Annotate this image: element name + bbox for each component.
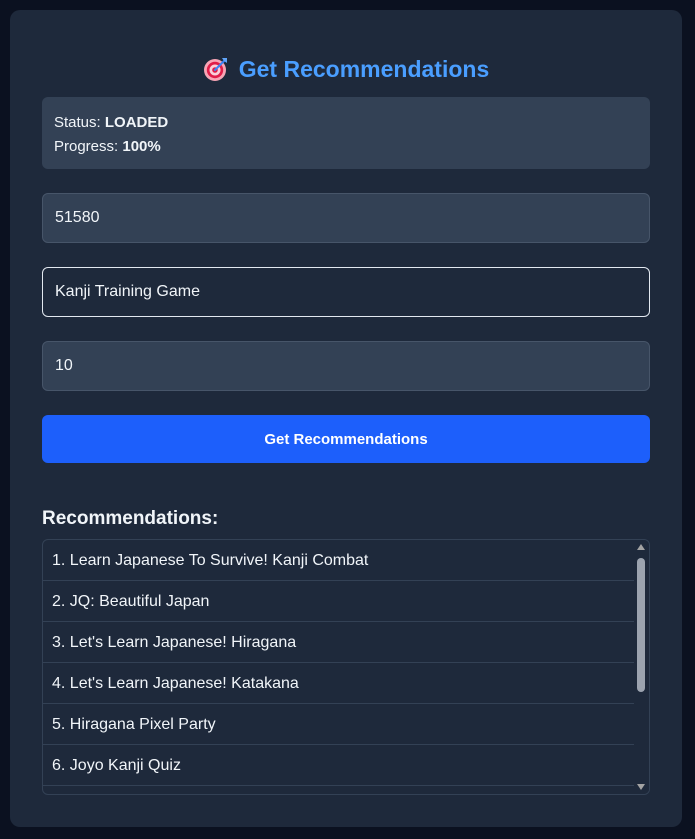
scroll-up-arrow-icon[interactable] [637, 544, 645, 550]
list-item: 2. JQ: Beautiful Japan [43, 581, 635, 622]
progress-value: 100% [122, 138, 161, 155]
app-id-input[interactable] [42, 193, 650, 243]
page-title-text: Get Recommendations [238, 56, 490, 82]
scroll-down-arrow-icon[interactable] [637, 784, 645, 790]
recommendation-count-input[interactable] [42, 341, 650, 391]
list-item: 5. Hiragana Pixel Party [43, 704, 635, 745]
status-line: Status: LOADED [54, 111, 638, 135]
progress-label: Progress: [54, 138, 119, 155]
status-label: Status: [54, 114, 101, 131]
recommendation-card: Get Recommendations Status: LOADED Progr… [10, 10, 682, 827]
recommendations-items: 1. Learn Japanese To Survive! Kanji Comb… [43, 540, 635, 794]
list-item: 6. Joyo Kanji Quiz [43, 745, 635, 786]
list-scrollbar[interactable] [634, 540, 649, 794]
recommendations-heading: Recommendations: [42, 508, 219, 529]
status-value: LOADED [104, 114, 169, 131]
target-icon [203, 58, 227, 81]
progress-line: Progress: 100% [54, 135, 638, 159]
scroll-thumb[interactable] [637, 558, 645, 692]
list-item: 3. Let's Learn Japanese! Hiragana [43, 622, 635, 663]
game-name-input[interactable] [42, 267, 650, 317]
recommendations-list[interactable]: 1. Learn Japanese To Survive! Kanji Comb… [42, 539, 650, 795]
list-item: 1. Learn Japanese To Survive! Kanji Comb… [43, 540, 635, 581]
status-panel: Status: LOADED Progress: 100% [42, 97, 650, 169]
list-item [43, 786, 635, 794]
page-title: Get Recommendations [10, 54, 682, 84]
list-item: 4. Let's Learn Japanese! Katakana [43, 663, 635, 704]
get-recommendations-button[interactable]: Get Recommendations [42, 415, 650, 463]
